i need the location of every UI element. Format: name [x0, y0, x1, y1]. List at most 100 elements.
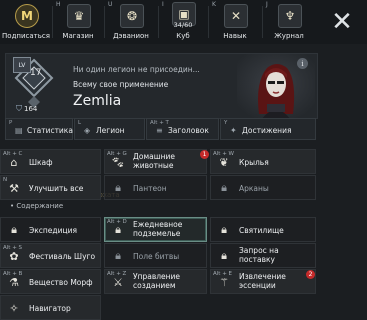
menu-label: Святилище — [239, 226, 284, 235]
tab-legion[interactable]: L ◈ Легион — [74, 118, 145, 140]
menu-supply-request[interactable]: 🔒︎ Запрос на поставку — [210, 243, 316, 268]
lock-icon: 🔒︎ — [221, 181, 227, 194]
menu-crafting[interactable]: Alt + Z ⚔ Управление созданием — [104, 269, 207, 294]
info-icon[interactable]: i — [297, 58, 308, 69]
menu-morph[interactable]: Alt + B ⚗ Вещество Морф — [0, 269, 101, 294]
power-value: 164 — [24, 104, 38, 113]
menu-wardrobe[interactable]: Alt + C ⌂ Шкаф — [0, 149, 101, 174]
menu-shugo-festival[interactable]: Alt + S ✿ Фестиваль Шуго — [0, 243, 101, 268]
menu-label: Навигатор — [29, 304, 71, 313]
lock-icon: 🔒︎ — [115, 181, 121, 194]
background-chat-line: • Содержание — [10, 202, 64, 210]
menu-label: Фестиваль Шуго — [29, 252, 96, 261]
tab-achievements[interactable]: Y ✦ Достижения — [220, 118, 316, 140]
anvil-icon: ⚒ — [9, 181, 19, 195]
menu-battlefield[interactable]: 🔒︎ Поле битвы — [104, 243, 207, 268]
legion-icon: ◈ — [84, 126, 91, 135]
menu-pantheon[interactable]: 🔒︎ Пантеон — [104, 175, 207, 200]
menu-daily-dungeon[interactable]: Alt + D 🔒︎ Ежедневное подземелье — [104, 217, 207, 242]
cube-count: 34/60 — [173, 21, 193, 29]
nav-daevanion-label: Дэванион — [113, 32, 149, 40]
menu-label: Поле битвы — [133, 252, 180, 261]
hotkey-label: I — [162, 1, 164, 8]
crafting-icon: ⚔ — [113, 275, 123, 289]
journal-icon: ♆ — [278, 4, 302, 28]
combat-power: ⛉ 164 — [16, 103, 56, 114]
menu-sanctuary[interactable]: 🔒︎ Святилище — [210, 217, 316, 242]
navigator-icon: ✧ — [9, 301, 19, 315]
hotkey-label: J — [266, 1, 268, 8]
subscribe-emblem-icon: M — [15, 4, 39, 28]
lock-icon: 🔒︎ — [115, 249, 121, 262]
character-motto: Всему свое применение — [73, 80, 169, 89]
power-shield-icon: ⛉ — [16, 103, 22, 113]
menu-label: Пантеон — [133, 184, 167, 193]
nav-shop-label: Магазин — [62, 32, 94, 40]
menu-arcana[interactable]: 🔒︎ Арканы — [210, 175, 316, 200]
legion-status: Ни один легион не присоедин... — [73, 65, 200, 74]
menu-essence-extraction[interactable]: Alt + E ⚚ Извлечение эссенции 2 — [210, 269, 316, 294]
lock-icon: 🔒︎ — [115, 223, 121, 236]
close-icon[interactable]: ✕ — [326, 6, 358, 38]
pet-icon: 🐾︎ — [111, 155, 125, 169]
level-value: 17 — [30, 68, 42, 78]
menu-enhance-all[interactable]: N ⚒ Улучшить все — [0, 175, 101, 200]
wings-icon: ❦ — [219, 155, 229, 169]
title-icon: ≡ — [156, 126, 163, 135]
lock-icon: 🔒︎ — [221, 223, 227, 236]
lock-icon: 🔒︎ — [221, 249, 227, 262]
nav-journal[interactable]: J ♆ Журнал — [263, 0, 315, 44]
menu-label: Экспедиция — [29, 226, 77, 235]
menu-label: Запрос на поставку — [239, 246, 279, 264]
nav-journal-label: Журнал — [274, 32, 304, 40]
tab-statistics[interactable]: P ▤ Статистика — [5, 118, 73, 140]
nav-cube[interactable]: I ▣ 34/60 Куб — [159, 0, 207, 44]
shop-crown-icon: ♛ — [67, 4, 91, 28]
nav-skill[interactable]: K ✕ Навык — [209, 0, 261, 44]
skill-icon: ✕ — [224, 4, 248, 28]
notification-badge: 1 — [200, 150, 209, 159]
wardrobe-icon: ⌂ — [10, 155, 18, 169]
tab-label: Статистика — [27, 126, 73, 135]
menu-label: Крылья — [239, 158, 269, 167]
menu-navigator[interactable]: ✧ Навигатор — [0, 295, 101, 320]
shugo-icon: ✿ — [9, 249, 19, 263]
menu-label: Шкаф — [29, 158, 53, 167]
nav-daevanion[interactable]: U ❂ Дэванион — [105, 0, 157, 44]
profile-tab-row: P ▤ Статистика L ◈ Легион Alt + T ≡ Заго… — [5, 118, 316, 140]
character-name: Zemlia — [73, 93, 122, 109]
menu-label: Извлечение эссенции — [239, 272, 286, 290]
lock-icon: 🔒︎ — [11, 223, 17, 236]
daevanion-icon: ❂ — [120, 4, 144, 28]
hotkey-label: H — [56, 1, 61, 8]
nav-skill-label: Навык — [223, 32, 247, 40]
hotkey-label: L — [78, 120, 82, 126]
hotkey-label: P — [9, 120, 13, 126]
nav-shop[interactable]: H ♛ Магазин — [53, 0, 103, 44]
morph-icon: ⚗ — [9, 275, 19, 289]
menu-label: Домашние животные — [133, 152, 175, 170]
tab-label: Легион — [96, 126, 125, 135]
hotkey-label: K — [212, 1, 216, 8]
menu-label: Управление созданием — [133, 272, 181, 290]
tab-label: Достижения — [242, 126, 292, 135]
tab-title[interactable]: Alt + T ≡ Заголовок — [146, 118, 219, 140]
hotkey-label: Y — [224, 120, 228, 126]
menu-label: Улучшить все — [29, 184, 84, 193]
menu-label: Ежедневное подземелье — [133, 220, 183, 238]
level-badge: LV — [13, 57, 31, 73]
menu-label: Вещество Морф — [29, 278, 93, 287]
nav-subscribe-label: Подписаться — [2, 32, 50, 40]
menu-label: Арканы — [239, 184, 269, 193]
nav-cube-label: Куб — [176, 32, 190, 40]
hotkey-label: U — [108, 1, 113, 8]
statistics-icon: ▤ — [15, 126, 23, 135]
nav-subscribe[interactable]: M Подписаться — [1, 0, 51, 44]
notification-badge: 2 — [306, 270, 315, 279]
menu-wings[interactable]: Alt + W ❦ Крылья — [210, 149, 316, 174]
extract-icon: ⚚ — [219, 275, 229, 289]
menu-expedition[interactable]: 🔒︎ Экспедиция — [0, 217, 101, 242]
tab-label: Заголовок — [168, 126, 209, 135]
menu-pets[interactable]: Alt + G 🐾︎ Домашние животные 1 — [104, 149, 209, 174]
achievements-icon: ✦ — [230, 126, 237, 135]
